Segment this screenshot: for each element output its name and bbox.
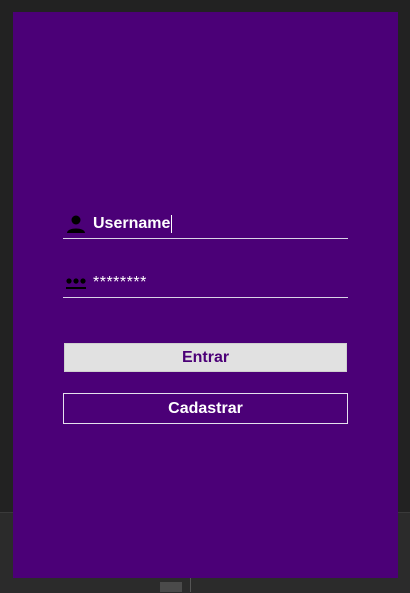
text-cursor xyxy=(171,214,173,233)
username-value: Username xyxy=(93,215,171,232)
desktop-background: Username ******** Entrar Cadastrar xyxy=(0,0,410,593)
register-button[interactable]: Cadastrar xyxy=(63,393,348,424)
user-icon xyxy=(65,214,87,234)
password-field[interactable]: ******** xyxy=(63,269,348,298)
username-input[interactable]: Username xyxy=(93,214,173,234)
login-button[interactable]: Entrar xyxy=(64,343,347,372)
login-window: Username ******** Entrar Cadastrar xyxy=(13,12,398,578)
password-input[interactable]: ******** xyxy=(93,273,147,293)
password-dots-icon xyxy=(65,273,87,293)
taskbar-item[interactable] xyxy=(160,582,182,592)
username-field[interactable]: Username xyxy=(63,210,348,239)
taskbar-divider xyxy=(190,578,191,592)
